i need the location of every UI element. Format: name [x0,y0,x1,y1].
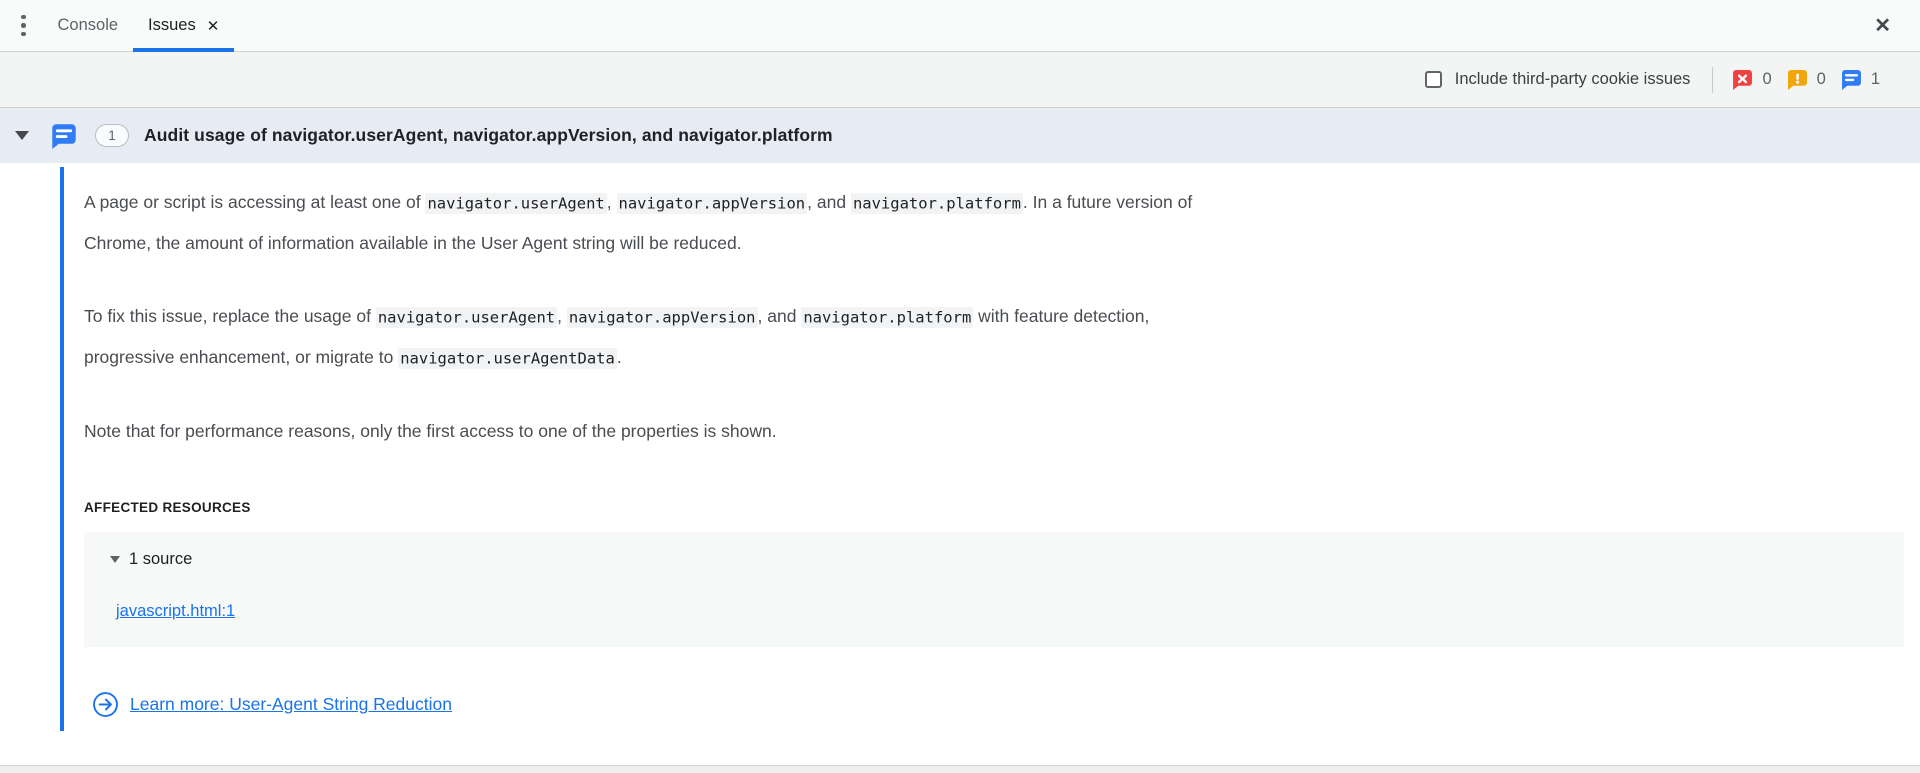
inline-code: navigator.userAgentData [398,348,617,369]
source-row: javascript.html:1 [110,596,1904,626]
paragraph: Note that for performance reasons, only … [84,411,1920,451]
issue-accent-bar [60,167,64,731]
paragraph-text: A page or script is accessing at least o… [84,192,425,212]
paragraph-line: A page or script is accessing at least o… [84,182,1920,223]
learn-more-link[interactable]: Learn more: User-Agent String Reduction [130,694,452,715]
issue-description: A page or script is accessing at least o… [84,163,1920,451]
warning-counter[interactable]: 0 [1787,69,1826,90]
issue-message-icon [50,123,78,149]
issues-toolbar: Include third-party cookie issues 0 0 [0,52,1920,108]
paragraph-line: Note that for performance reasons, only … [84,411,1920,451]
learn-more-row: Learn more: User-Agent String Reduction [92,689,1920,719]
inline-code: navigator.platform [851,193,1023,214]
paragraph-text: with feature detection, [973,306,1149,326]
error-bubble-icon [1732,69,1753,90]
console-counters: 0 0 1 [1732,69,1880,90]
paragraph-text: , [557,306,567,326]
sources-count-label: 1 source [129,550,192,569]
issue-count-badge: 1 [95,124,129,147]
kebab-dot [21,15,26,20]
paragraph-text: , and [807,192,851,212]
tab-console-label: Console [58,16,119,35]
devtools-issues-panel: Console Issues ✕ ✕ Include third-party c… [0,0,1920,773]
inline-code: navigator.userAgent [376,307,557,328]
kebab-dot [21,32,26,37]
source-link[interactable]: javascript.html:1 [116,602,235,621]
error-counter[interactable]: 0 [1732,69,1771,90]
tab-console[interactable]: Console [43,0,134,51]
warning-bubble-icon [1787,69,1808,90]
inline-code: navigator.appVersion [617,193,808,214]
tab-issues[interactable]: Issues ✕ [133,0,234,51]
affected-resources-heading: AFFECTED RESOURCES [84,499,1920,517]
include-third-party-cookie-checkbox[interactable] [1425,71,1442,88]
paragraph-text: Note that for performance reasons, only … [84,421,777,441]
more-tools-menu-button[interactable] [21,15,26,37]
tab-close-icon[interactable]: ✕ [207,17,220,35]
paragraph-text: . [617,347,622,367]
include-third-party-cookie-label[interactable]: Include third-party cookie issues [1455,70,1691,89]
issue-counter[interactable]: 1 [1841,69,1880,90]
tab-issues-label: Issues [148,16,196,35]
toolbar-divider [1712,67,1713,93]
issue-header[interactable]: 1 Audit usage of navigator.userAgent, na… [0,108,1920,163]
paragraph-text: , and [758,306,802,326]
drawer-tabbar: Console Issues ✕ ✕ [0,0,1920,52]
inline-code: navigator.platform [801,307,973,328]
inline-code: navigator.userAgent [425,193,606,214]
issue-count: 1 [1871,70,1880,89]
sources-toggle[interactable]: 1 source [110,544,1904,574]
paragraph-text: To fix this issue, replace the usage of [84,306,376,326]
paragraph-text: , [607,192,617,212]
paragraph-text: . In a future version of [1023,192,1192,212]
paragraph-line: progressive enhancement, or migrate to n… [84,337,1920,378]
paragraph: A page or script is accessing at least o… [84,182,1920,263]
open-link-arrow-icon[interactable] [92,691,119,718]
error-count: 0 [1762,70,1771,89]
sources-triangle-icon [110,556,120,563]
kebab-dot [21,23,26,28]
warning-count: 0 [1817,70,1826,89]
issue-body: A page or script is accessing at least o… [0,163,1920,719]
issue-title: Audit usage of navigator.userAgent, navi… [144,125,833,146]
next-section-edge [0,765,1920,773]
affected-resources-box: 1 source javascript.html:1 [84,532,1904,647]
paragraph-text: progressive enhancement, or migrate to [84,347,398,367]
paragraph: To fix this issue, replace the usage of … [84,296,1920,378]
drawer-close-icon[interactable]: ✕ [1874,13,1891,38]
inline-code: navigator.appVersion [567,307,758,328]
issue-bubble-icon [1841,69,1862,90]
paragraph-text: Chrome, the amount of information availa… [84,233,742,253]
paragraph-line: To fix this issue, replace the usage of … [84,296,1920,337]
collapse-triangle-icon[interactable] [15,131,29,140]
paragraph-line: Chrome, the amount of information availa… [84,223,1920,263]
